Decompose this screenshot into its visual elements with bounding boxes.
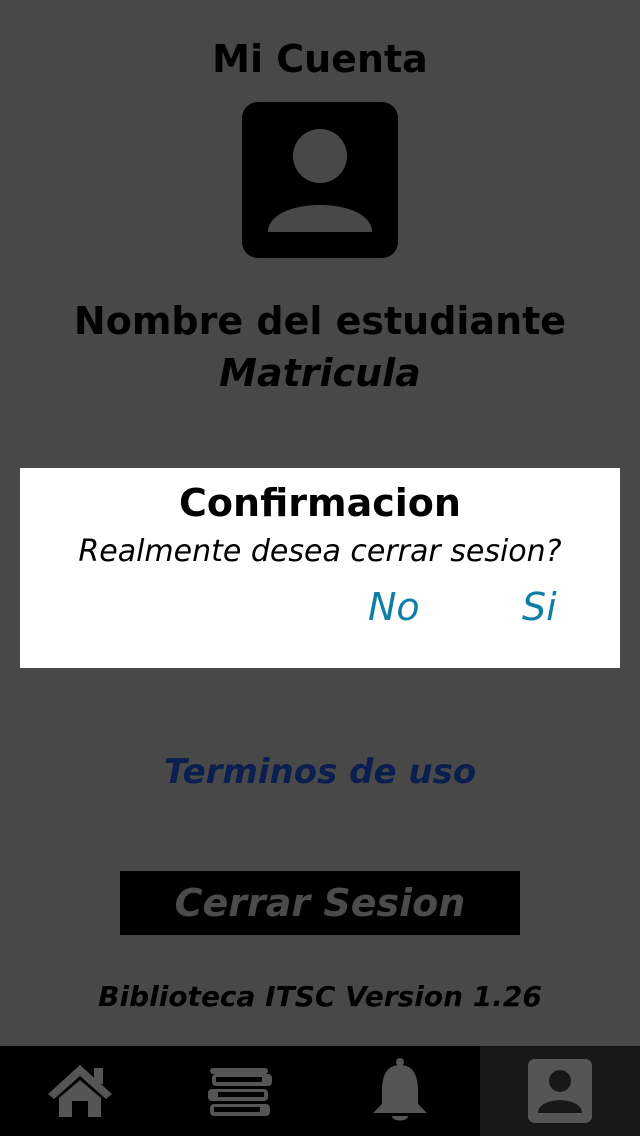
tab-bar — [0, 1046, 640, 1136]
home-icon — [48, 1065, 112, 1117]
bell-icon — [373, 1058, 427, 1121]
account-screen: Mi Cuenta Nombre del estudiante Matricul… — [0, 0, 640, 1136]
yes-button[interactable]: Si — [522, 584, 557, 630]
app-version: Biblioteca ITSC Version 1.26 — [98, 980, 542, 1013]
avatar — [242, 102, 398, 258]
books-icon — [208, 1068, 272, 1116]
dialog-title: Confirmacion — [179, 481, 461, 525]
tab-books[interactable] — [160, 1046, 320, 1136]
no-button[interactable]: No — [368, 584, 420, 630]
student-id: Matricula — [219, 351, 421, 395]
tab-notifications[interactable] — [320, 1046, 480, 1136]
account-icon — [528, 1059, 592, 1123]
page-title: Mi Cuenta — [212, 37, 428, 81]
logout-confirm-dialog: Confirmacion Realmente desea cerrar sesi… — [20, 468, 620, 668]
tab-account[interactable] — [480, 1046, 640, 1136]
tab-home[interactable] — [0, 1046, 160, 1136]
dialog-message: Realmente desea cerrar sesion? — [78, 534, 562, 569]
student-name: Nombre del estudiante — [73, 299, 567, 343]
logout-button[interactable]: Cerrar Sesion — [120, 871, 520, 935]
person-icon — [268, 129, 372, 232]
terms-of-use-link[interactable]: Terminos de uso — [0, 750, 640, 794]
